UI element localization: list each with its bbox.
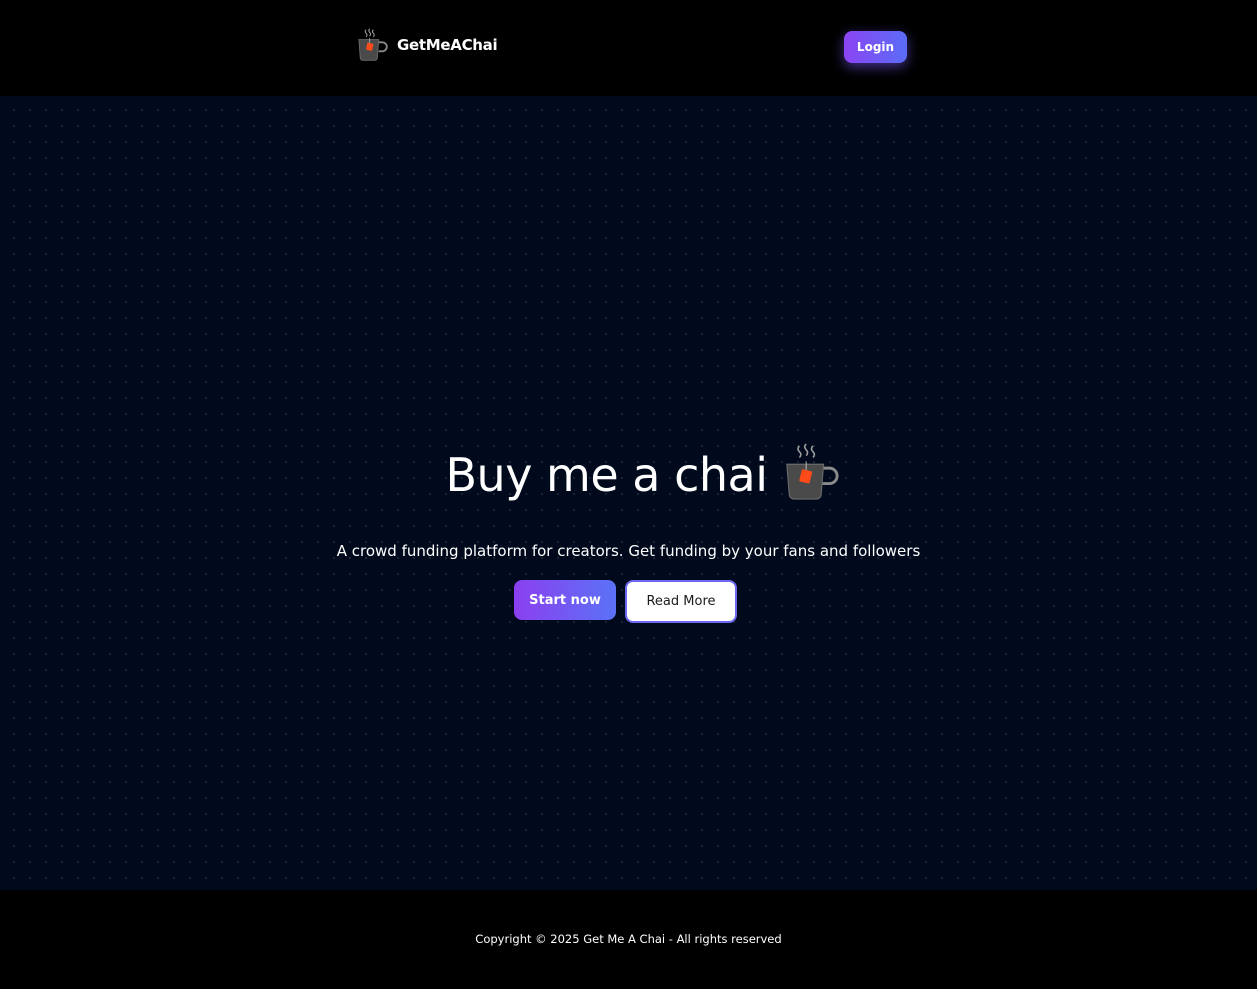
start-now-button[interactable]: Start now <box>514 580 616 620</box>
footer: Copyright © 2025 Get Me A Chai - All rig… <box>0 890 1257 989</box>
navbar: GetMeAChai Login <box>0 0 1257 96</box>
hero-title: Buy me a chai <box>445 448 768 502</box>
brand-name: GetMeAChai <box>397 36 498 54</box>
hero-section: Buy me a chai A crowd funding platform f… <box>0 96 1257 890</box>
hero-title-row: Buy me a chai <box>0 443 1257 502</box>
login-button[interactable]: Login <box>844 31 907 63</box>
hero-buttons: Start now Read More <box>514 580 737 623</box>
hero-subtitle: A crowd funding platform for creators. G… <box>336 542 921 560</box>
read-more-button[interactable]: Read More <box>625 580 737 623</box>
copyright-text: Copyright © 2025 Get Me A Chai - All rig… <box>475 932 782 946</box>
chai-mug-icon <box>785 443 838 500</box>
brand-logo[interactable]: GetMeAChai <box>355 25 498 65</box>
chai-mug-icon <box>358 28 388 61</box>
